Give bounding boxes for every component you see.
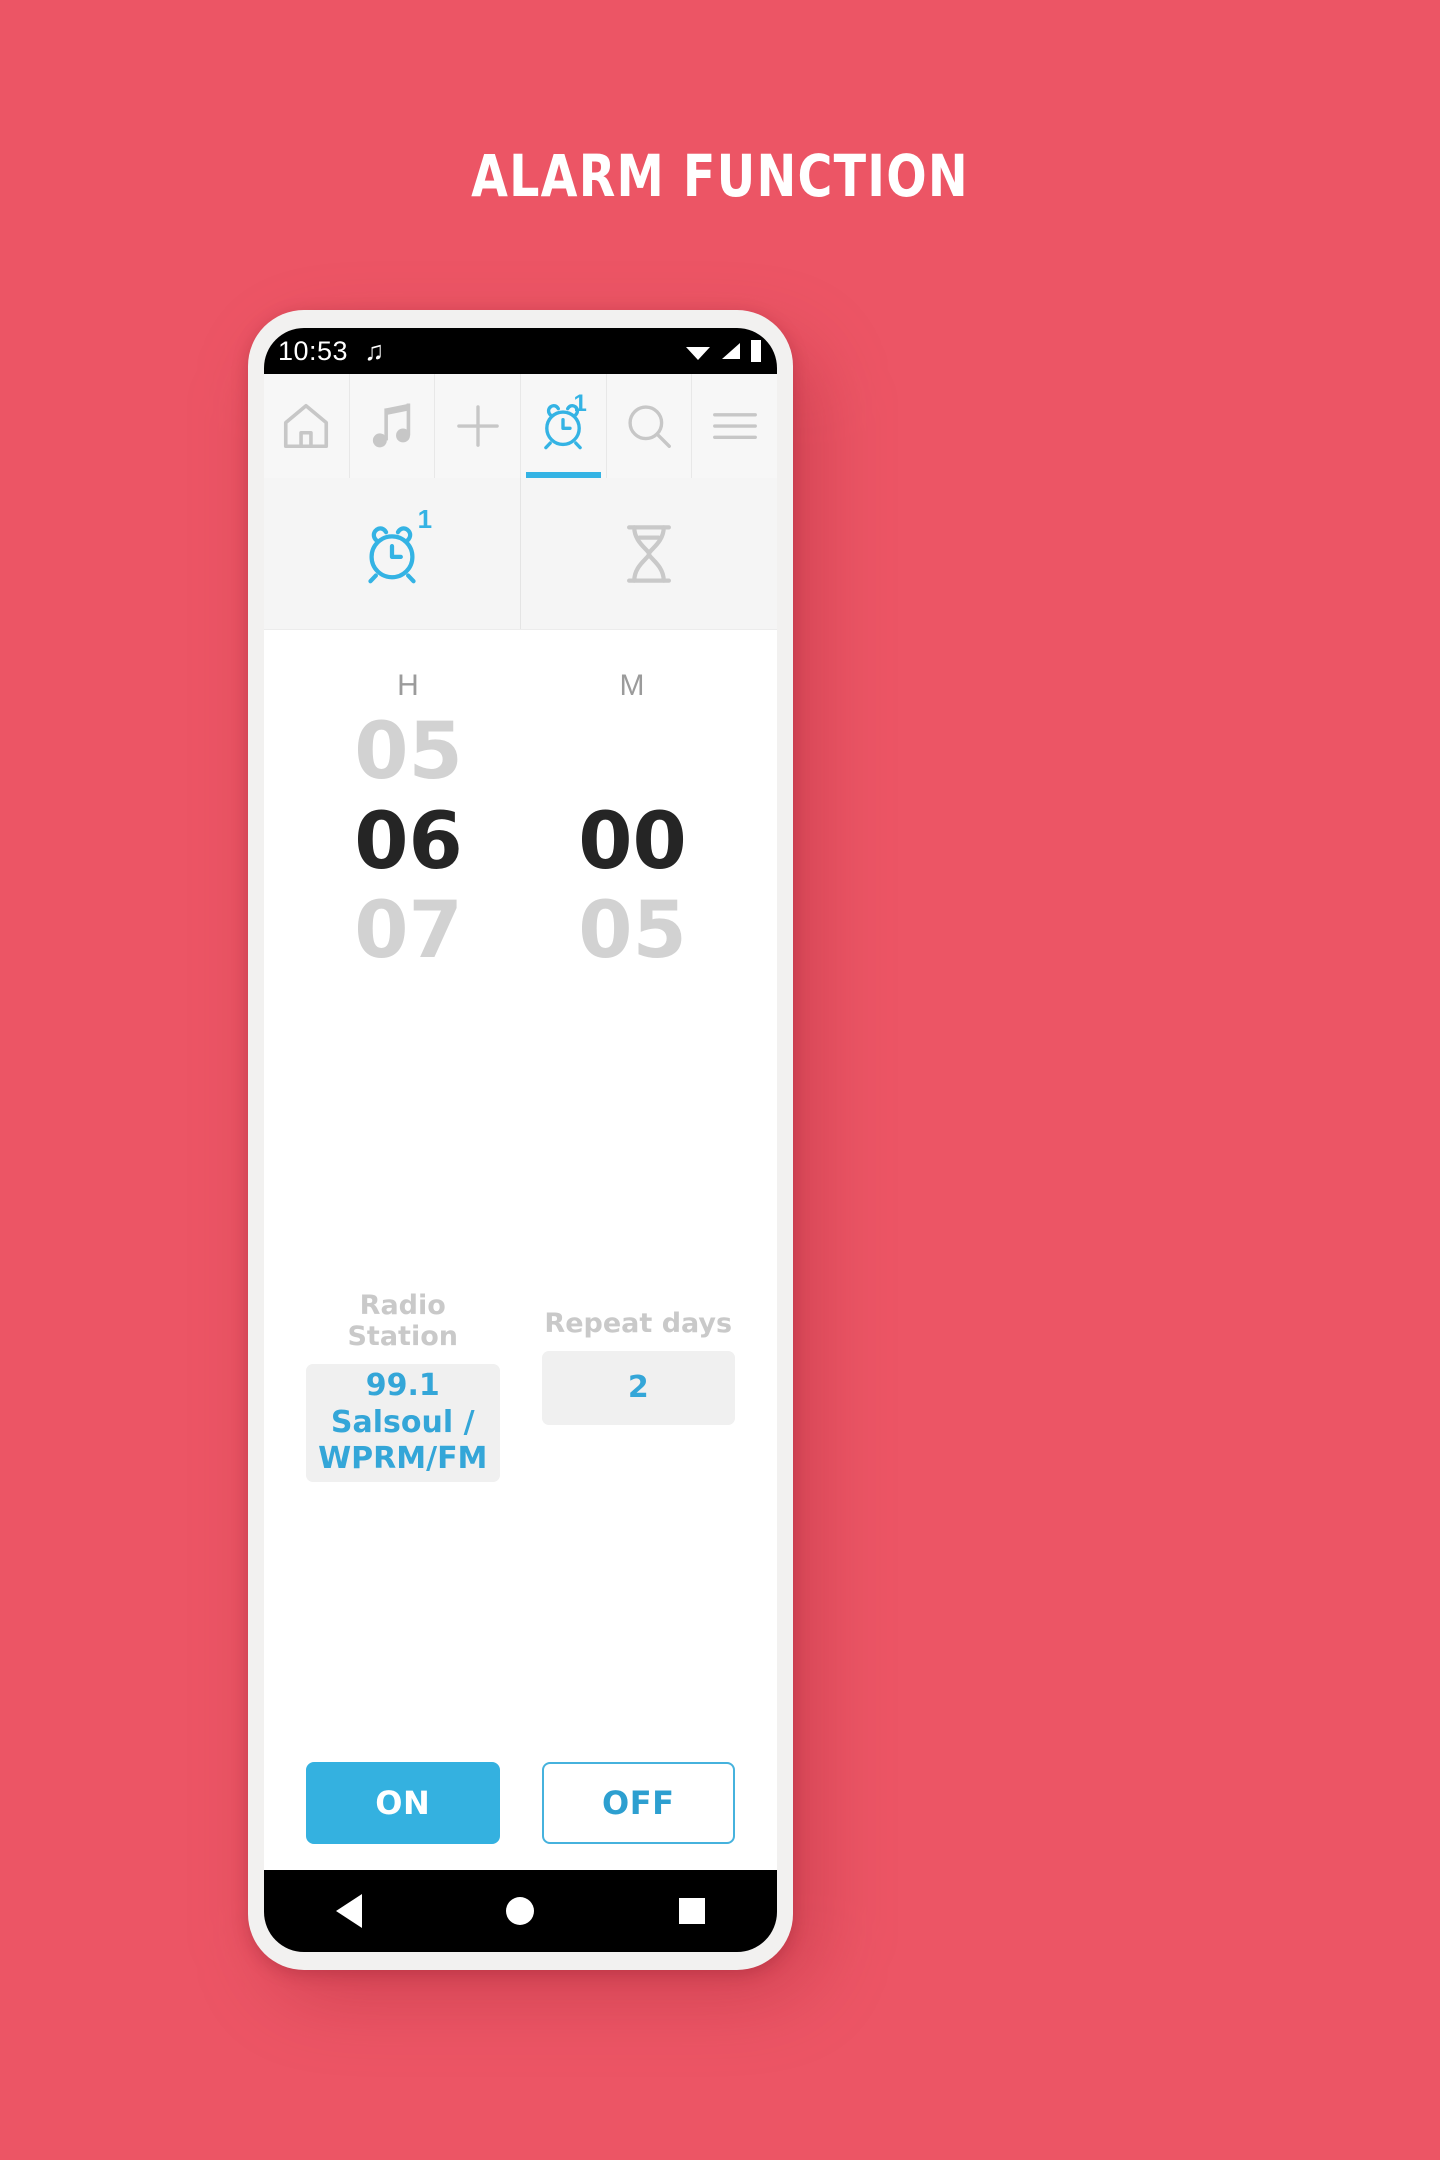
repeat-days-field[interactable]: Repeat days 2: [541, 1290, 735, 1425]
back-triangle-icon[interactable]: [336, 1894, 363, 1928]
status-bar-indicators: [685, 339, 763, 363]
music-note-icon: ♫: [364, 335, 385, 366]
radio-station-label: Radio Station: [347, 1290, 458, 1352]
repeat-days-value-box[interactable]: 2: [541, 1351, 735, 1425]
nav-item-music[interactable]: [350, 374, 436, 478]
nav-item-search[interactable]: [607, 374, 693, 478]
hourglass-icon: [627, 524, 671, 583]
nav-item-alarm[interactable]: 1: [521, 374, 607, 478]
hour-previous-value[interactable]: 05: [334, 707, 484, 798]
secondary-tab-bar[interactable]: 1: [264, 478, 777, 630]
phone-screen: 10:53 ♫ 1 1 H 05 06 07 M 00 05 Radio Sta…: [264, 328, 777, 1952]
hamburger-menu-icon: [712, 413, 757, 439]
hour-column-label: H: [397, 669, 420, 702]
minute-next-value[interactable]: 05: [558, 887, 708, 977]
time-picker[interactable]: H 05 06 07 M 00 05: [264, 630, 777, 977]
battery-icon: [751, 340, 761, 362]
repeat-days-label: Repeat days: [544, 1308, 733, 1339]
status-bar-clock: 10:53: [278, 335, 349, 366]
status-bar: 10:53 ♫: [264, 328, 777, 374]
alarm-off-button[interactable]: OFF: [541, 1762, 735, 1844]
wifi-icon: [686, 347, 710, 360]
alarm-count-badge: 1: [573, 390, 587, 417]
alarm-toggle-actions: ON OFF: [264, 1762, 777, 1844]
radio-station-value-box[interactable]: 99.1 Salsoul / WPRM/FM: [306, 1364, 500, 1482]
nav-item-menu[interactable]: [692, 374, 777, 478]
hour-next-value[interactable]: 07: [334, 887, 484, 977]
alarm-settings-row: Radio Station 99.1 Salsoul / WPRM/FM Rep…: [264, 1290, 777, 1482]
radio-station-value: 99.1 Salsoul / WPRM/FM: [318, 1368, 488, 1477]
home-icon: [284, 403, 329, 449]
primary-nav-bar[interactable]: 1: [264, 374, 777, 478]
minute-column-label: M: [619, 669, 646, 702]
tab-alarm[interactable]: 1: [264, 478, 520, 629]
alarm-count-badge: 1: [417, 504, 433, 534]
minute-column[interactable]: M 00 05: [558, 664, 708, 977]
minute-selected-value[interactable]: 00: [558, 797, 708, 888]
page-title: ALARM FUNCTION: [471, 142, 969, 210]
hour-column[interactable]: H 05 06 07: [334, 664, 484, 977]
music-note-icon: [372, 403, 411, 448]
radio-station-field[interactable]: Radio Station 99.1 Salsoul / WPRM/FM: [306, 1290, 500, 1482]
hour-selected-value[interactable]: 06: [334, 797, 484, 888]
cellular-signal-icon: [722, 343, 740, 359]
nav-item-add[interactable]: [435, 374, 522, 478]
nav-item-home[interactable]: [264, 374, 350, 478]
plus-icon: [456, 405, 499, 447]
search-icon: [628, 405, 671, 448]
repeat-days-value: 2: [627, 1369, 649, 1405]
android-navigation-bar[interactable]: [264, 1870, 777, 1952]
home-circle-icon[interactable]: [506, 1897, 535, 1925]
alarm-on-button[interactable]: ON: [306, 1762, 500, 1844]
alarm-content-panel: H 05 06 07 M 00 05 Radio Station 99.1 Sa…: [264, 630, 777, 1870]
phone-frame: 10:53 ♫ 1 1 H 05 06 07 M 00 05 Radio Sta…: [248, 310, 793, 1970]
alarm-clock-icon: [368, 525, 416, 583]
recents-square-icon[interactable]: [678, 1898, 705, 1924]
tab-timer[interactable]: [520, 478, 777, 629]
